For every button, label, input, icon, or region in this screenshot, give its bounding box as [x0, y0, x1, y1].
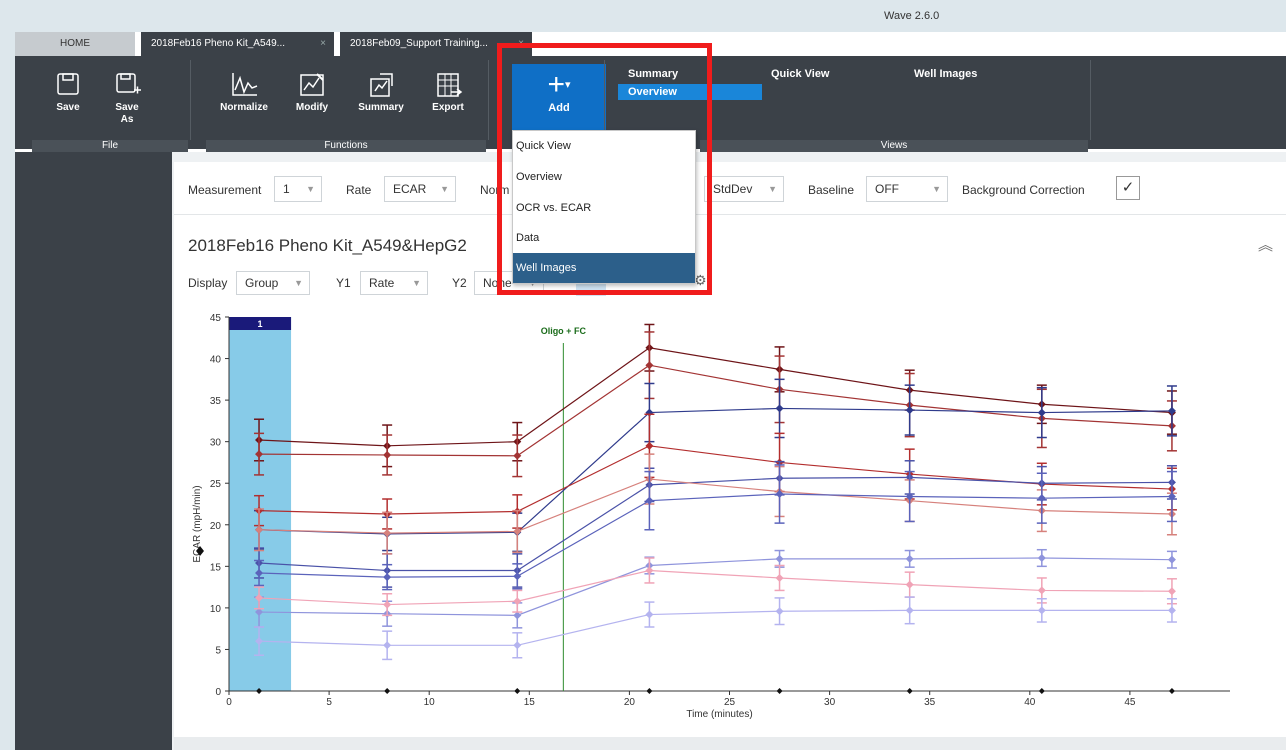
ribbon-separator	[190, 60, 191, 140]
normalize-button[interactable]: Normalize	[215, 70, 273, 114]
export-label: Export	[432, 102, 464, 113]
app-title: Wave 2.6.0	[884, 10, 940, 22]
display-label: Display	[188, 276, 228, 290]
title-bar: Wave 2.6.0	[0, 0, 1286, 32]
save-as-label-1: Save	[115, 102, 139, 113]
checkmark-icon: ✓	[1121, 179, 1135, 196]
tab-home[interactable]: HOME	[15, 32, 135, 56]
chevron-down-icon: ▼	[294, 278, 303, 288]
display-value: Group	[245, 276, 279, 290]
rate-label: Rate	[346, 183, 372, 197]
save-button[interactable]: Save	[48, 70, 88, 114]
tab-label: 2018Feb09_Support Training...	[350, 38, 488, 49]
save-as-label-2: As	[120, 114, 134, 125]
chevron-down-icon: ▼	[306, 184, 315, 194]
wave-app-window: Wave 2.6.0 HOME 2018Feb16 Pheno Kit_A549…	[0, 0, 1286, 750]
chevron-down-icon: ▼	[440, 184, 449, 194]
summary-icon	[370, 73, 393, 97]
y1-value: Rate	[369, 276, 395, 290]
close-icon[interactable]: ×	[320, 32, 326, 56]
group-label-functions: Functions	[206, 140, 486, 152]
save-icon	[57, 73, 79, 95]
y1-label: Y1	[336, 276, 351, 290]
summary-label: Summary	[358, 102, 404, 113]
group-label-views: Views	[700, 140, 1088, 152]
error-format-select[interactable]: StdDev ▼	[704, 176, 784, 202]
save-as-button[interactable]: Save As	[106, 70, 148, 126]
baseline-select[interactable]: OFF ▼	[866, 176, 948, 202]
ribbon-separator	[1090, 60, 1091, 140]
baseline-label: Baseline	[808, 183, 855, 197]
normalize-icon	[232, 73, 258, 96]
modify-button[interactable]: Modify	[290, 70, 334, 114]
summary-button[interactable]: Summary	[355, 70, 407, 114]
rate-select[interactable]: ECAR ▼	[384, 176, 456, 202]
save-as-icon	[116, 73, 141, 94]
y1-select[interactable]: Rate ▼	[360, 271, 428, 295]
plot-title: 2018Feb16 Pheno Kit_A549&HepG2	[188, 236, 467, 255]
background-correction-label: Background Correction	[962, 183, 1085, 197]
modify-icon	[300, 73, 324, 96]
normalize-label: Normalize	[220, 102, 268, 113]
highlight-annotation-box	[497, 43, 712, 295]
measurement-value: 1	[283, 182, 290, 196]
view-quick-view[interactable]: Quick View	[771, 68, 830, 80]
group-label-file: File	[32, 140, 188, 152]
baseline-value: OFF	[875, 182, 899, 196]
tab-label: 2018Feb16 Pheno Kit_A549...	[151, 38, 285, 49]
save-label: Save	[56, 102, 80, 113]
ribbon-separator	[488, 60, 489, 140]
chevron-down-icon: ▼	[932, 184, 941, 194]
collapse-chevron-icon[interactable]: ︽	[1258, 234, 1273, 255]
chevron-down-icon: ▼	[768, 184, 777, 194]
view-well-images[interactable]: Well Images	[914, 68, 977, 80]
measurement-select[interactable]: 1 ▼	[274, 176, 322, 202]
y2-label: Y2	[452, 276, 467, 290]
background-correction-checkbox[interactable]: ✓	[1116, 176, 1140, 200]
export-button[interactable]: Export	[426, 70, 470, 114]
left-edge	[0, 32, 15, 750]
export-icon	[437, 73, 463, 97]
tab-pheno-kit[interactable]: 2018Feb16 Pheno Kit_A549... ×	[141, 32, 334, 56]
left-sidebar	[15, 152, 172, 750]
modify-label: Modify	[295, 102, 329, 113]
panel-footer	[174, 737, 1286, 750]
error-format-value: StdDev	[713, 182, 753, 196]
measurement-label: Measurement	[188, 183, 262, 197]
rate-value: ECAR	[393, 182, 427, 196]
chevron-down-icon: ▼	[412, 278, 421, 288]
divider	[174, 214, 1286, 215]
display-select[interactable]: Group ▼	[236, 271, 310, 295]
